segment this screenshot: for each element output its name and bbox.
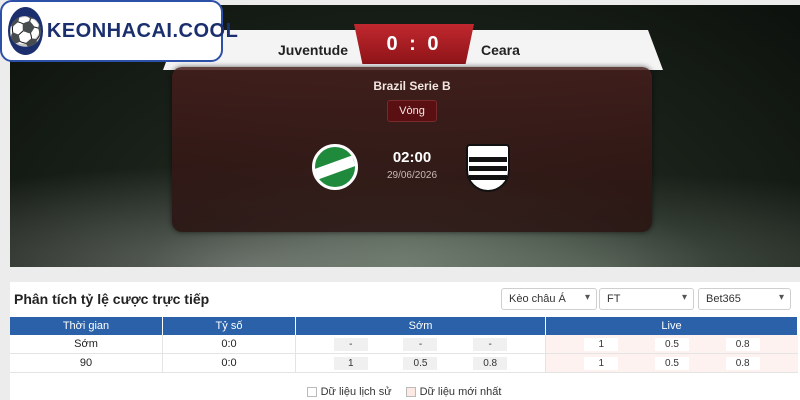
time-cell: 90 (10, 354, 163, 372)
odds-analysis-section: Phân tích tỷ lệ cược trực tiếp Kèo châu … (10, 282, 800, 400)
table-row[interactable]: Sớm 0:0 - - - 1 0.5 0.8 (10, 335, 798, 354)
table-header: Thời gian Tỷ số Sớm Live (10, 317, 798, 335)
match-info-panel: Brazil Serie B Vòng 02:00 29/06/2026 (172, 67, 652, 232)
odds-value: 0.8 (725, 337, 760, 351)
odds-value: 1 (333, 356, 368, 370)
market-select-value: Kèo châu Á (509, 293, 566, 305)
odds-value: 0.8 (725, 356, 760, 370)
early-odds-cell: - - - (296, 335, 546, 353)
column-header: Live (546, 317, 798, 335)
odds-value: 0.5 (654, 337, 689, 351)
column-header: Sớm (296, 317, 546, 335)
period-select[interactable]: FT ▾ (599, 288, 694, 310)
legend-label: Dữ liệu lịch sử (320, 386, 392, 398)
soccer-ball-icon: ⚽ (8, 7, 43, 55)
live-odds-cell: 1 0.5 0.8 (546, 354, 798, 372)
column-header: Thời gian (10, 317, 163, 335)
odds-value: - (333, 337, 368, 351)
odds-value: - (473, 337, 508, 351)
odds-value: 1 (584, 356, 619, 370)
bookmaker-select-value: Bet365 (706, 293, 741, 305)
odds-value: - (403, 337, 438, 351)
score-cell: 0:0 (163, 354, 296, 372)
kickoff-time: 02:00 (392, 149, 432, 166)
time-cell: Sớm (10, 335, 163, 353)
legend-swatch (306, 387, 317, 397)
live-odds-cell: 1 0.5 0.8 (546, 335, 798, 353)
match-date: 29/06/2026 (386, 170, 438, 181)
table-legend: Dữ liệu lịch sử Dữ liệu mới nhất (10, 386, 798, 398)
column-header: Tỷ số (163, 317, 296, 335)
odds-table: Thời gian Tỷ số Sớm Live Sớm 0:0 - - - 1… (10, 317, 798, 373)
home-team-name[interactable]: Juventude (278, 42, 348, 58)
odds-value: 1 (584, 337, 619, 351)
round-badge: Vòng (387, 100, 437, 122)
legend-swatch (405, 387, 416, 397)
odds-value: 0.5 (654, 356, 689, 370)
score-cell: 0:0 (163, 335, 296, 353)
chevron-down-icon: ▾ (778, 292, 784, 303)
logo-text: KEONHACAI.COOL (46, 19, 239, 42)
period-select-value: FT (607, 293, 621, 305)
table-row[interactable]: 90 0:0 1 0.5 0.8 1 0.5 0.8 (10, 354, 798, 373)
market-select[interactable]: Kèo châu Á ▾ (501, 288, 597, 310)
odds-value: 0.5 (403, 356, 438, 370)
legend-history: Dữ liệu lịch sử (306, 386, 392, 398)
league-name[interactable]: Brazil Serie B (172, 79, 652, 93)
legend-latest: Dữ liệu mới nhất (405, 386, 502, 398)
early-odds-cell: 1 0.5 0.8 (296, 354, 546, 372)
ceara-crest-icon[interactable] (466, 144, 510, 192)
odds-value: 0.8 (473, 356, 508, 370)
chevron-down-icon: ▾ (584, 292, 590, 303)
legend-label: Dữ liệu mới nhất (419, 386, 502, 398)
away-team-name[interactable]: Ceara (481, 42, 520, 58)
score-display: 0 : 0 (354, 24, 474, 64)
bookmaker-select[interactable]: Bet365 ▾ (698, 288, 791, 310)
site-logo[interactable]: ⚽ KEONHACAI.COOL (0, 0, 238, 62)
chevron-down-icon: ▾ (681, 292, 687, 303)
section-title: Phân tích tỷ lệ cược trực tiếp (14, 291, 210, 307)
